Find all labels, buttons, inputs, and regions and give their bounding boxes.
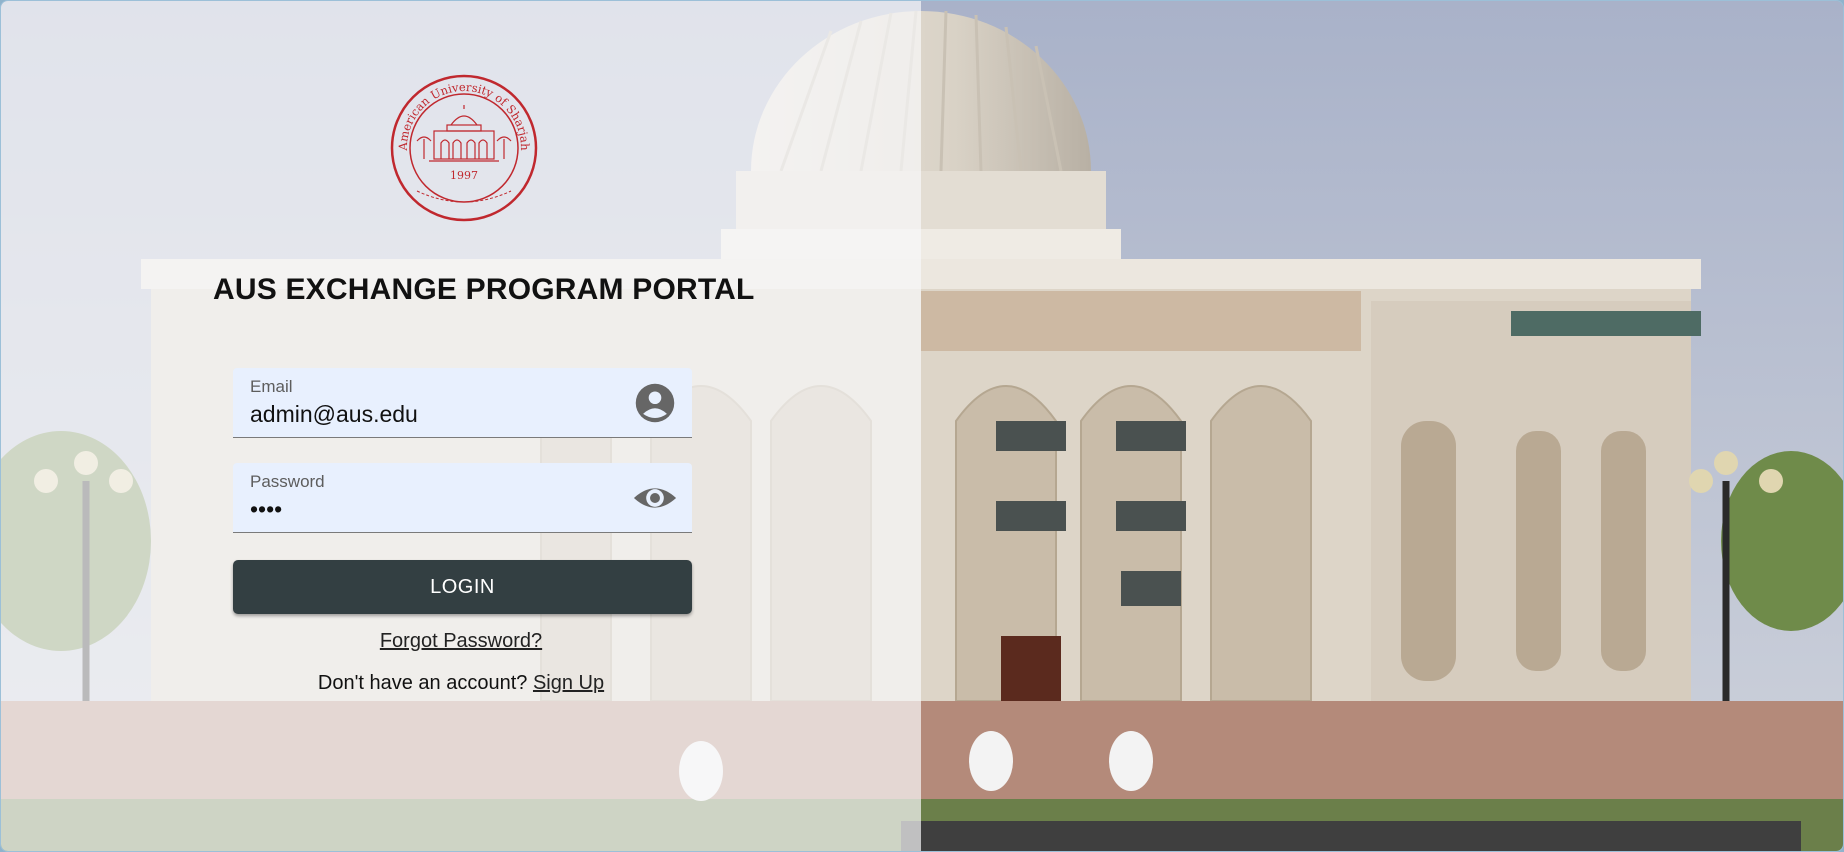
login-page: American University of Sharjah 1997 AUS …	[0, 0, 1844, 852]
page-title: AUS EXCHANGE PROGRAM PORTAL	[213, 273, 755, 306]
login-panel: American University of Sharjah 1997 AUS …	[1, 1, 921, 851]
forgot-password-row: Forgot Password?	[1, 630, 921, 653]
password-label: Password	[250, 472, 325, 491]
signup-link[interactable]: Sign Up	[533, 672, 604, 694]
signup-row: Don't have an account? Sign Up	[1, 672, 921, 695]
email-input[interactable]	[250, 401, 630, 428]
university-seal-logo: American University of Sharjah 1997	[390, 74, 538, 222]
forgot-password-link[interactable]: Forgot Password?	[380, 630, 542, 652]
login-button[interactable]: LOGIN	[233, 560, 692, 614]
password-input[interactable]	[250, 496, 630, 523]
account-circle-icon	[632, 380, 678, 426]
svg-text:1997: 1997	[450, 169, 478, 182]
eye-icon[interactable]	[632, 475, 678, 521]
email-field[interactable]: Email	[233, 368, 692, 438]
password-field[interactable]: Password	[233, 463, 692, 533]
signup-prompt: Don't have an account?	[317, 672, 528, 694]
email-label: Email	[250, 377, 293, 396]
